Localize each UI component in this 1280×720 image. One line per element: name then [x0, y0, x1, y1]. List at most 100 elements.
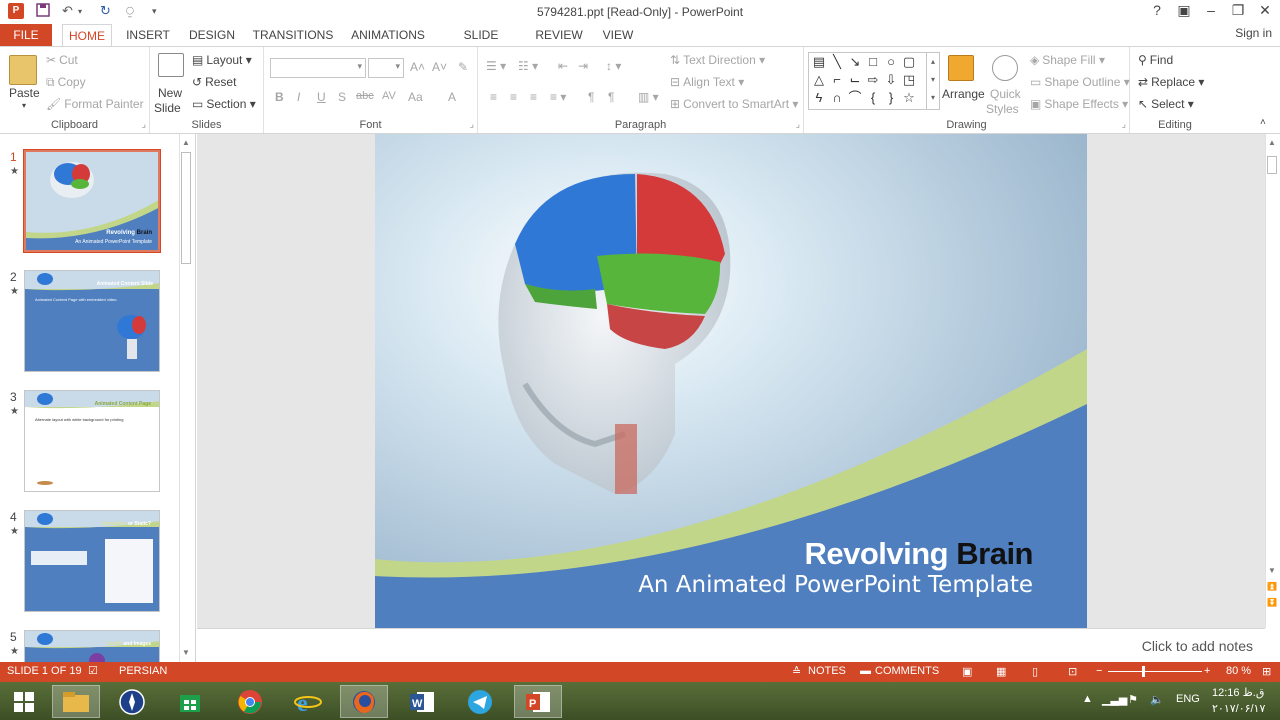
columns-icon[interactable]: ▥ ▾ — [638, 90, 659, 104]
drawing-launcher-icon[interactable]: ⌟ — [1122, 119, 1126, 130]
decrease-indent-icon[interactable]: ⇤ — [558, 59, 568, 73]
bullets-icon[interactable]: ☰ ▾ — [486, 59, 506, 73]
replace-button[interactable]: Replace — [1151, 75, 1195, 89]
reading-view-icon[interactable]: ▯ — [1032, 665, 1038, 678]
increase-indent-icon[interactable]: ⇥ — [578, 59, 588, 73]
tab-review[interactable]: REVIEW — [534, 24, 584, 46]
help-button[interactable]: ? — [1143, 2, 1171, 18]
spelling-check-icon[interactable]: ☑ — [88, 664, 98, 677]
show-hidden-icons[interactable]: ▲ — [1082, 693, 1093, 705]
word-icon[interactable]: W — [398, 685, 446, 718]
collapse-ribbon-icon[interactable]: ˄ — [1260, 117, 1266, 128]
previous-slide-icon[interactable]: ⏫ — [1266, 580, 1278, 594]
slide-thumbnail-4[interactable]: Animation or Static? — [24, 510, 160, 612]
quick-styles-button-line2[interactable]: Styles — [986, 102, 1019, 116]
shapes-gallery[interactable]: ▤ ╲ ↘ □ ○ ▢ △ ⌐ ⌙ ⇨ ⇩ ◳ ϟ ∩ ⌒ { } ☆ ▴ ▾ ▾ — [808, 52, 940, 110]
down-arrow-shape-icon[interactable]: ⇩ — [883, 72, 899, 88]
right-brace-shape-icon[interactable]: } — [883, 90, 899, 106]
slide-thumbnail-2[interactable]: Animated Content Slide Animated Content … — [24, 270, 160, 372]
layout-button[interactable]: Layout — [206, 53, 242, 67]
shapes-more-icon[interactable]: ▴ ▾ ▾ — [926, 53, 939, 109]
new-slide-icon[interactable] — [158, 53, 184, 77]
tab-view[interactable]: VIEW — [598, 24, 638, 46]
text-direction-button[interactable]: Text Direction — [683, 53, 756, 67]
thumbnails-scroll-thumb[interactable] — [181, 152, 191, 264]
file-explorer-icon[interactable] — [52, 685, 100, 718]
right-arrow-shape-icon[interactable]: ⇨ — [865, 72, 881, 88]
scroll-down-icon[interactable]: ▼ — [180, 646, 192, 660]
main-slide[interactable]: Revolving Brain An Animated PowerPoint T… — [375, 134, 1087, 628]
zoom-slider-track[interactable] — [1108, 671, 1202, 672]
slide-show-icon[interactable]: ⊡ — [1068, 665, 1077, 678]
store-icon[interactable] — [166, 685, 214, 718]
elbow-arrow-shape-icon[interactable]: ⌙ — [847, 72, 863, 88]
zoom-in-icon[interactable]: + — [1204, 665, 1210, 677]
curve-shape-icon[interactable]: ∩ — [829, 90, 845, 106]
find-button[interactable]: Find — [1150, 53, 1173, 67]
slide-scroll-thumb[interactable] — [1267, 156, 1277, 174]
clock-time[interactable]: 12:16 ق.ظ — [1212, 686, 1264, 699]
rounded-rect-shape-icon[interactable]: ▢ — [901, 54, 917, 70]
scroll-down-icon[interactable]: ▼ — [1266, 564, 1278, 578]
restore-button[interactable]: ❐ — [1224, 2, 1252, 19]
strikethrough-button[interactable]: abc — [356, 90, 374, 102]
font-color-button[interactable]: A — [448, 90, 456, 104]
font-launcher-icon[interactable]: ⌟ — [470, 119, 474, 130]
arrange-icon[interactable] — [948, 55, 974, 81]
reset-button[interactable]: Reset — [205, 75, 236, 89]
quick-styles-button-line1[interactable]: Quick — [990, 87, 1021, 101]
shape-fill-button[interactable]: Shape Fill — [1042, 53, 1095, 67]
increase-font-icon[interactable]: A˄ — [410, 60, 425, 74]
copy-button[interactable]: Copy — [58, 75, 86, 89]
ribbon-display-options-icon[interactable]: ▣ — [1170, 2, 1198, 19]
freeform-shape-icon[interactable]: ϟ — [811, 90, 827, 106]
comments-icon[interactable]: ▬ — [860, 665, 871, 677]
align-right-icon[interactable]: ≡ — [530, 90, 537, 104]
numbering-icon[interactable]: ☷ ▾ — [518, 59, 538, 73]
tab-slide-show[interactable]: SLIDE SHOW — [444, 24, 518, 64]
justify-icon[interactable]: ≡ ▾ — [550, 90, 566, 104]
clock-date[interactable]: ۲۰۱۷/۰۶/۱۷ — [1212, 702, 1265, 715]
slide-thumbnail-1[interactable]: Revolving Brain An Animated PowerPoint T… — [23, 149, 161, 253]
tab-transitions[interactable]: TRANSITIONS — [252, 24, 334, 46]
arrange-button[interactable]: Arrange — [942, 87, 985, 101]
tab-home[interactable]: HOME — [62, 24, 112, 46]
tab-file[interactable]: FILE — [0, 24, 52, 46]
network-icon[interactable]: ▁▃▅ — [1102, 693, 1127, 706]
text-shadow-button[interactable]: S — [338, 90, 346, 104]
action-center-icon[interactable]: ⚑ — [1128, 693, 1138, 706]
align-text-button[interactable]: Align Text — [683, 75, 735, 89]
oval-shape-icon[interactable]: ○ — [883, 54, 899, 70]
change-case-button[interactable]: Aa — [408, 90, 423, 104]
quick-styles-icon[interactable] — [992, 55, 1018, 81]
font-size-combo[interactable]: ▾ — [368, 58, 404, 78]
language-indicator[interactable]: PERSIAN — [119, 665, 167, 677]
bold-button[interactable]: B — [275, 90, 284, 104]
callout-shape-icon[interactable]: ◳ — [901, 72, 917, 88]
line-shape-icon[interactable]: ╲ — [829, 54, 845, 70]
new-slide-button-line1[interactable]: New — [158, 86, 182, 100]
scroll-up-icon[interactable]: ▲ — [180, 136, 192, 150]
comments-button[interactable]: COMMENTS — [875, 665, 939, 677]
compass-app-icon[interactable] — [108, 685, 156, 718]
notes-toggle-icon[interactable]: ≙ — [792, 665, 801, 678]
new-slide-button-line2[interactable]: Slide — [154, 101, 181, 115]
slide-subtitle[interactable]: An Animated PowerPoint Template — [638, 572, 1033, 598]
decrease-font-icon[interactable]: A˅ — [432, 60, 447, 74]
tab-insert[interactable]: INSERT — [122, 24, 174, 46]
rectangle-shape-icon[interactable]: □ — [865, 54, 881, 70]
notes-button[interactable]: NOTES — [808, 665, 846, 677]
slide-sorter-icon[interactable]: ▦ — [996, 665, 1006, 678]
shape-outline-button[interactable]: Shape Outline — [1044, 75, 1120, 89]
paste-button[interactable]: Paste — [9, 86, 40, 100]
powerpoint-taskbar-icon[interactable]: P — [514, 685, 562, 718]
underline-button[interactable]: U — [317, 90, 326, 104]
minimize-button[interactable]: – — [1197, 2, 1225, 18]
zoom-out-icon[interactable]: − — [1096, 665, 1102, 677]
arc-shape-icon[interactable]: ⌒ — [847, 90, 863, 106]
clipboard-launcher-icon[interactable]: ⌟ — [142, 119, 146, 130]
input-language[interactable]: ENG — [1176, 693, 1200, 705]
sign-in-link[interactable]: Sign in — [1235, 26, 1272, 40]
tab-animations[interactable]: ANIMATIONS — [348, 24, 428, 46]
star-shape-icon[interactable]: ☆ — [901, 90, 917, 106]
